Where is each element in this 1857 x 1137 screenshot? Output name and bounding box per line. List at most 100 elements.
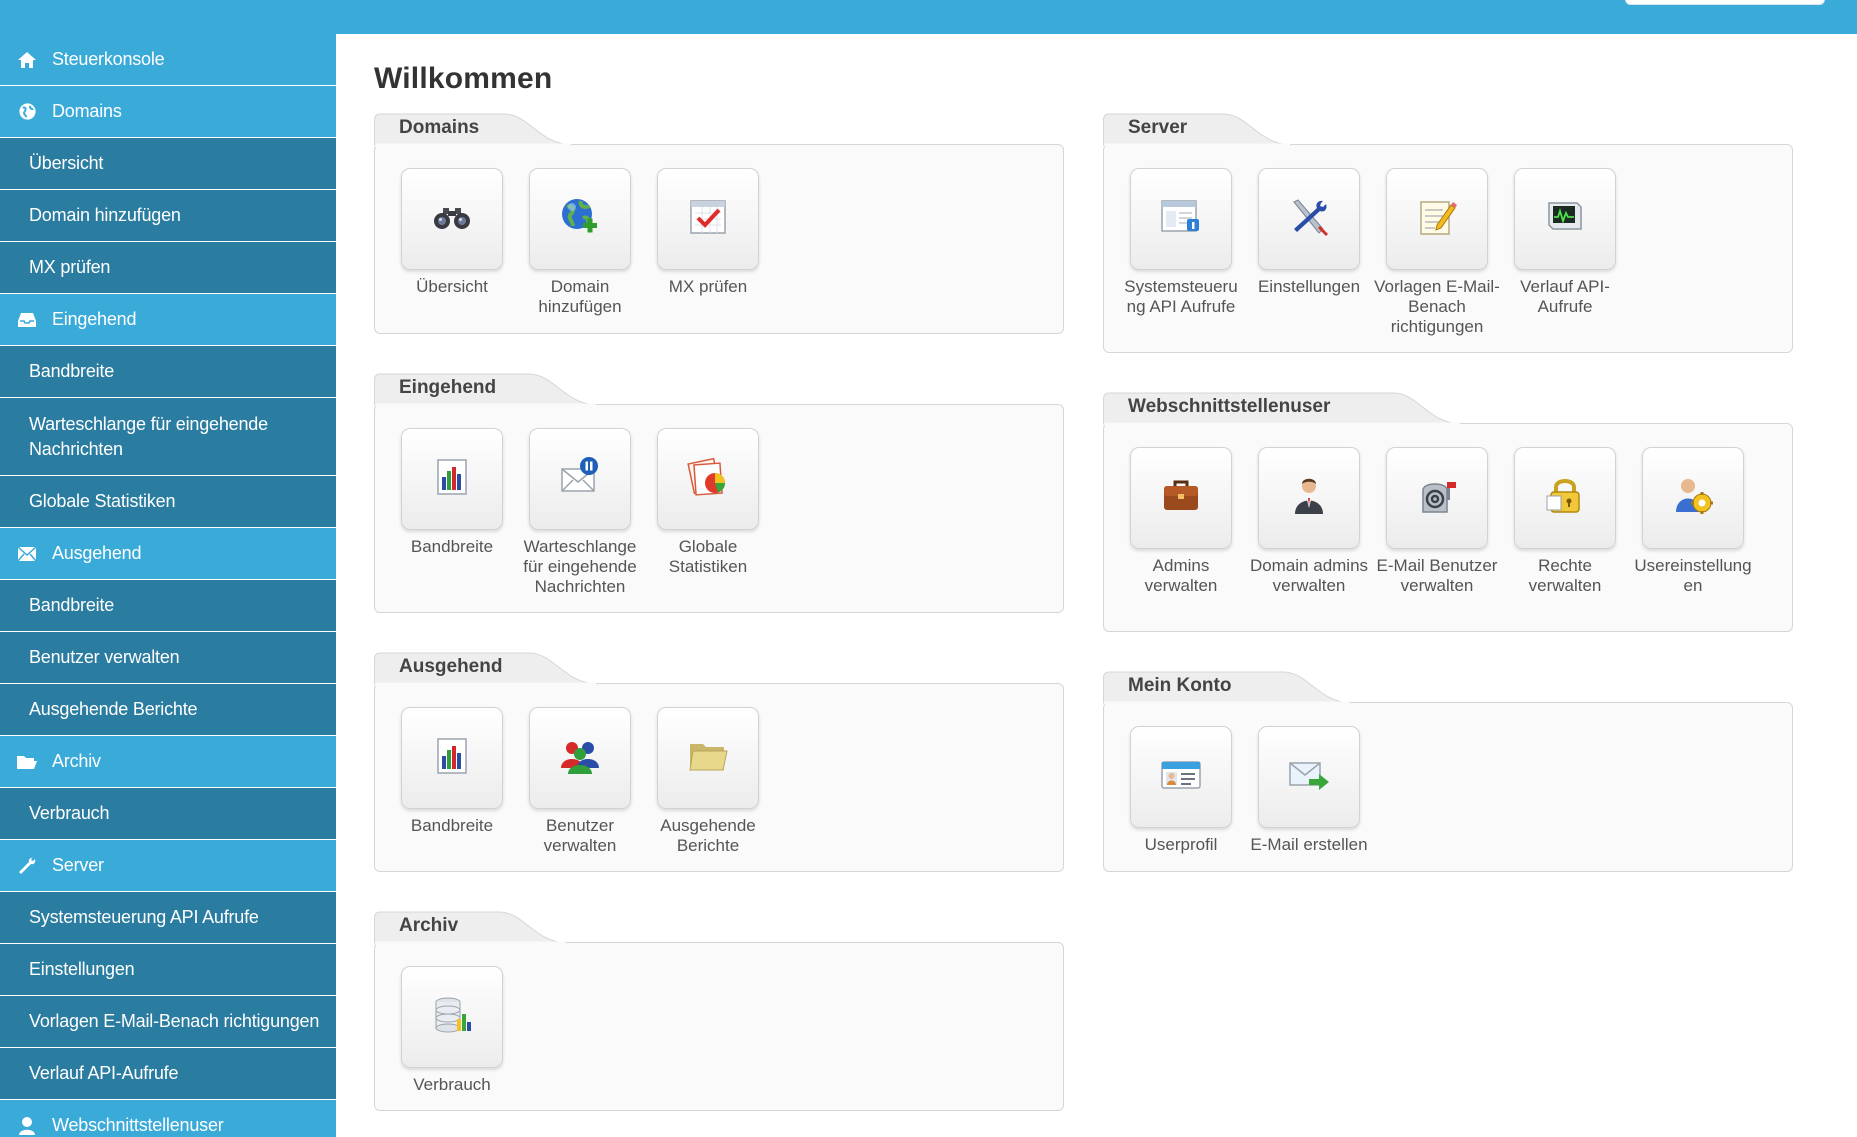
sidebar-item-domains[interactable]: Domains: [0, 86, 336, 138]
tile-button[interactable]: [657, 707, 759, 809]
sidebar-item-label: Verlauf API-Aufrufe: [29, 1063, 179, 1083]
sidebar-item-einstellungen[interactable]: Einstellungen: [0, 944, 336, 996]
tile-label: Benutzer verwalten: [543, 816, 617, 855]
tile-verbrauch[interactable]: Verbrauch: [388, 966, 516, 1095]
tile-e-mail-benutzer-verwalten[interactable]: E-Mail Benutzer verwalten: [1373, 447, 1501, 596]
sidebar-item-systemsteuerung-api-aufrufe[interactable]: Systemsteuerung API Aufrufe: [0, 892, 336, 944]
tile-button[interactable]: [401, 428, 503, 530]
panel-tab: Mein Konto: [1103, 671, 1353, 705]
tile-userprofil[interactable]: Userprofil: [1117, 726, 1245, 855]
sidebar-item-bandbreite[interactable]: Bandbreite: [0, 580, 336, 632]
sidebar-item-label: Bandbreite: [29, 595, 115, 615]
window-info-icon: [1157, 193, 1205, 246]
top-bar: [0, 0, 1857, 34]
sidebar-item-benutzer-verwalten[interactable]: Benutzer verwalten: [0, 632, 336, 684]
panel-tab: Server: [1103, 113, 1293, 147]
tile-button[interactable]: [529, 707, 631, 809]
sidebar-item-bandbreite[interactable]: Bandbreite: [0, 346, 336, 398]
envelope-icon: [16, 543, 38, 565]
tile-button[interactable]: [401, 707, 503, 809]
tile-button[interactable]: [1514, 447, 1616, 549]
sidebar-item-eingehend[interactable]: Eingehend: [0, 294, 336, 346]
sidebar-item-label: Globale Statistiken: [29, 491, 176, 511]
tile-domain-admins-verwalten[interactable]: Domain admins verwalten: [1245, 447, 1373, 596]
tile-button[interactable]: [657, 168, 759, 270]
tile-label: Warteschlange für eingehende Nachrichten: [523, 537, 637, 596]
sidebar-item-mx-prüfen[interactable]: MX prüfen: [0, 242, 336, 294]
tile-button[interactable]: [657, 428, 759, 530]
sidebar-item-label: Verbrauch: [29, 803, 110, 823]
tile-ausgehende-berichte[interactable]: Ausgehende Berichte: [644, 707, 772, 856]
mail-forward-icon: [1285, 751, 1333, 804]
top-search-field[interactable]: [1625, 0, 1825, 5]
tile-label: Übersicht: [416, 277, 488, 296]
sidebar-item-label: Ausgehende Berichte: [29, 699, 198, 719]
sidebar-item-domain-hinzufügen[interactable]: Domain hinzufügen: [0, 190, 336, 242]
tile-button[interactable]: [1386, 447, 1488, 549]
tile-button[interactable]: [1386, 168, 1488, 270]
tile-admins-verwalten[interactable]: Admins verwalten: [1117, 447, 1245, 596]
tile-übersicht[interactable]: Übersicht: [388, 168, 516, 297]
tile-button[interactable]: [1258, 447, 1360, 549]
tile-rechte-verwalten[interactable]: Rechte verwalten: [1501, 447, 1629, 596]
tile-label: Verlauf API-Aufrufe: [1520, 277, 1610, 316]
checklist-icon: [684, 193, 732, 246]
tile-button[interactable]: [1130, 447, 1232, 549]
tile-benutzer-verwalten[interactable]: Benutzer verwalten: [516, 707, 644, 856]
sidebar-item-übersicht[interactable]: Übersicht: [0, 138, 336, 190]
tile-domain-hinzufügen[interactable]: Domain hinzufügen: [516, 168, 644, 317]
home-icon: [16, 49, 38, 71]
sidebar-item-verbrauch[interactable]: Verbrauch: [0, 788, 336, 840]
tile-button[interactable]: [1514, 168, 1616, 270]
tools-icon: [1285, 193, 1333, 246]
tile-mx-prüfen[interactable]: MX prüfen: [644, 168, 772, 297]
tile-verlauf-api-aufrufe[interactable]: Verlauf API-Aufrufe: [1501, 168, 1629, 317]
tile-label: Ausgehende Berichte: [660, 816, 756, 855]
tile-button[interactable]: [401, 966, 503, 1068]
panel-title: Webschnittstellenuser: [1128, 396, 1331, 417]
sidebar-item-vorlagen-e-mail-benach-richtigungen[interactable]: Vorlagen E-Mail-Benach richtigungen: [0, 996, 336, 1048]
sidebar-item-webschnittstellenuser[interactable]: Webschnittstellenuser: [0, 1100, 336, 1137]
tile-warteschlange-für-eingehende-nachrichten[interactable]: Warteschlange für eingehende Nachrichten: [516, 428, 644, 597]
tile-button[interactable]: [1130, 168, 1232, 270]
sidebar-item-label: Warteschlange für eingehende Nachrichten: [29, 413, 268, 459]
database-chart-icon: [428, 991, 476, 1044]
sidebar-item-steuerkonsole[interactable]: Steuerkonsole: [0, 34, 336, 86]
tile-button[interactable]: [529, 428, 631, 530]
sidebar-item-server[interactable]: Server: [0, 840, 336, 892]
sidebar-item-ausgehend[interactable]: Ausgehend: [0, 528, 336, 580]
tile-button[interactable]: [1130, 726, 1232, 828]
id-card-icon: [1157, 751, 1205, 804]
tile-vorlagen-e-mail-benach-richtigungen[interactable]: Vorlagen E-Mail-Benach richtigungen: [1373, 168, 1501, 337]
panel-archiv: Archiv Verbrauch: [374, 911, 1064, 1111]
tile-button[interactable]: [1258, 726, 1360, 828]
sidebar-item-label: Bandbreite: [29, 361, 115, 381]
tile-systemsteueru-ng-api-aufrufe[interactable]: Systemsteueru ng API Aufrufe: [1117, 168, 1245, 317]
tile-bandbreite[interactable]: Bandbreite: [388, 707, 516, 836]
tile-button[interactable]: [1258, 168, 1360, 270]
tile-label: Verbrauch: [413, 1075, 491, 1094]
sidebar-item-warteschlange-für-eingehende-nachrichten[interactable]: Warteschlange für eingehende Nachrichten: [0, 398, 336, 476]
sidebar-item-globale-statistiken[interactable]: Globale Statistiken: [0, 476, 336, 528]
tile-label: Vorlagen E-Mail-Benach richtigungen: [1374, 277, 1500, 336]
tile-button[interactable]: [401, 168, 503, 270]
sidebar-item-ausgehende-berichte[interactable]: Ausgehende Berichte: [0, 684, 336, 736]
tile-usereinstellung-en[interactable]: Usereinstellung en: [1629, 447, 1757, 596]
panel-title: Ausgehend: [399, 656, 503, 677]
tile-einstellungen[interactable]: Einstellungen: [1245, 168, 1373, 297]
padlock-icon: [1541, 472, 1589, 525]
sidebar-item-label: MX prüfen: [29, 257, 111, 277]
globe-add-icon: [556, 193, 604, 246]
panel-tab: Eingehend: [374, 373, 599, 407]
tile-button[interactable]: [529, 168, 631, 270]
sidebar-item-verlauf-api-aufrufe[interactable]: Verlauf API-Aufrufe: [0, 1048, 336, 1100]
sidebar-item-archiv[interactable]: Archiv: [0, 736, 336, 788]
panel-server: Server Systemsteueru ng API Aufrufe Einste…: [1103, 113, 1793, 353]
tile-globale-statistiken[interactable]: Globale Statistiken: [644, 428, 772, 577]
tile-label: Domain hinzufügen: [538, 277, 622, 316]
tile-e-mail-erstellen[interactable]: E-Mail erstellen: [1245, 726, 1373, 855]
tile-bandbreite[interactable]: Bandbreite: [388, 428, 516, 557]
sidebar-item-label: Webschnittstellenuser: [52, 1115, 224, 1135]
sidebar-item-label: Eingehend: [52, 309, 137, 329]
tile-button[interactable]: [1642, 447, 1744, 549]
